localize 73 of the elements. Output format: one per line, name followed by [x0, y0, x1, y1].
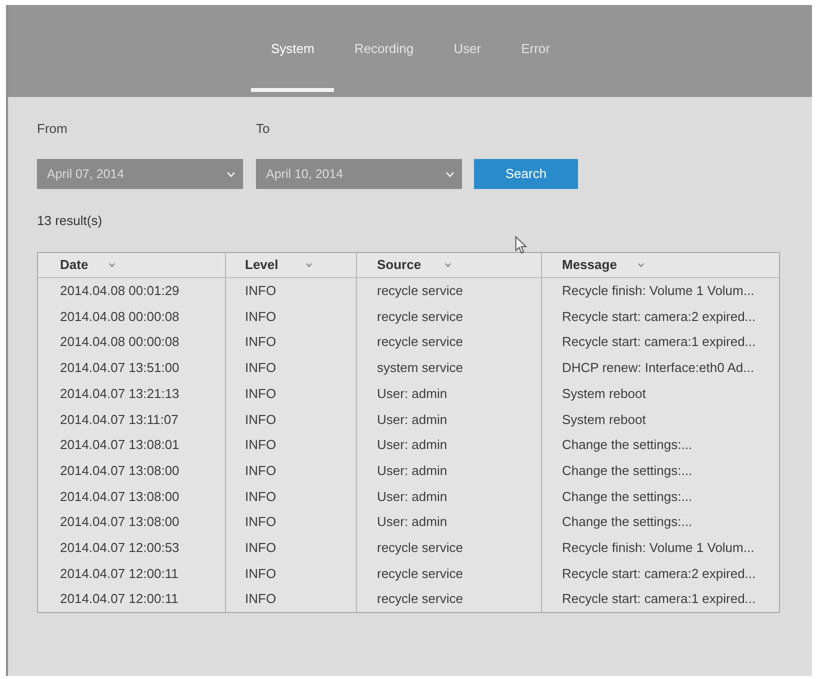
table-cell-text: 2014.04.07 12:00:11 — [60, 590, 178, 608]
field-label: To — [256, 121, 270, 137]
table-cell-text: recycle service — [377, 308, 463, 326]
mouse-pointer-icon — [515, 236, 528, 254]
table-cell-text: Change the settings:... — [562, 462, 692, 480]
chevron-down-icon — [227, 172, 235, 176]
table-cell-text: Change the settings:... — [562, 488, 692, 506]
field-label: From — [37, 121, 68, 137]
table-cell-text: recycle service — [377, 333, 463, 352]
table-cell-text: User: admin — [377, 436, 448, 454]
table-cell-text: User: admin — [377, 488, 448, 506]
date-dropdown[interactable]: April 10, 2014 — [256, 159, 462, 189]
table-cell-text: 2014.04.07 12:00:53 — [60, 538, 180, 557]
sort-caret-icon — [109, 263, 116, 267]
table-cell-text: 2014.04.07 13:11:07 — [60, 410, 178, 429]
table-cell-text: DHCP renew: Interface:eth0 Ad... — [562, 359, 754, 378]
table-cell-text: system service — [377, 359, 463, 378]
table-cell-text: 2014.04.07 13:08:01 — [60, 436, 180, 454]
table-cell-text: Recycle finish: Volume 1 Volum... — [562, 538, 754, 557]
table-cell-text: INFO — [245, 359, 276, 378]
table-cell-text: INFO — [245, 488, 276, 506]
column-header[interactable]: Date — [38, 253, 226, 277]
table-cell-text: INFO — [245, 513, 276, 532]
sort-caret-icon — [445, 263, 452, 267]
table-cell-text: 2014.04.07 12:00:11 — [60, 564, 178, 583]
tab[interactable]: Error — [501, 5, 570, 92]
table-cell-text: recycle service — [377, 282, 463, 300]
sort-caret-icon — [306, 263, 312, 267]
table-cell-text: 2014.04.08 00:00:08 — [60, 333, 180, 352]
table-cell-text: recycle service — [377, 590, 463, 608]
table-cell-text: 2014.04.07 13:08:00 — [60, 513, 180, 532]
date-dropdown[interactable]: April 07, 2014 — [37, 159, 243, 189]
table-cell-text: INFO — [245, 538, 276, 557]
table-cell-text: Recycle finish: Volume 1 Volum... — [562, 282, 754, 300]
table-cell-text: INFO — [245, 333, 276, 352]
table-cell-text: Recycle start: camera:2 expired... — [562, 564, 756, 583]
table-cell-text: INFO — [245, 436, 276, 454]
table-cell-text: 2014.04.07 13:51:00 — [60, 359, 180, 378]
table-cell-text: User: admin — [377, 384, 448, 403]
table-cell-text: INFO — [245, 282, 276, 300]
table-cell-text: INFO — [245, 590, 276, 608]
column-header[interactable]: Message — [542, 253, 780, 277]
table-cell-text: recycle service — [377, 538, 463, 557]
table-cell-text: 2014.04.07 13:08:00 — [60, 488, 180, 506]
table-cell-text: 2014.04.08 00:01:29 — [60, 282, 180, 300]
table-cell-text: User: admin — [377, 513, 448, 532]
table-cell-text: System reboot — [562, 384, 646, 403]
table-cell-text: Recycle start: camera:1 expired... — [562, 590, 756, 608]
sort-caret-icon — [638, 263, 644, 267]
table-cell-text: INFO — [245, 410, 276, 429]
column-header[interactable]: Level — [226, 253, 357, 277]
table-cell-text: 2014.04.08 00:00:08 — [60, 308, 180, 326]
table-cell-text: INFO — [245, 462, 276, 480]
table-cell-text: INFO — [245, 564, 276, 583]
table-cell-text: Change the settings:... — [562, 513, 692, 532]
column-header[interactable]: Source — [357, 253, 542, 277]
table-cell-text: INFO — [245, 308, 276, 326]
table-cell-text: Recycle start: camera:1 expired... — [562, 333, 756, 352]
table-cell-text: System reboot — [562, 410, 646, 429]
table-cell-text: 2014.04.07 13:21:13 — [60, 384, 180, 403]
chevron-down-icon — [446, 172, 454, 176]
search-button[interactable]: Search — [474, 159, 578, 189]
table-cell-text: INFO — [245, 384, 276, 403]
result-count: 13 result(s) — [37, 213, 102, 229]
tab[interactable]: User — [434, 5, 502, 92]
table-cell-text: 2014.04.07 13:08:00 — [60, 462, 180, 480]
table-cell-text: User: admin — [377, 410, 448, 429]
table-cell-text: Recycle start: camera:2 expired... — [562, 308, 756, 326]
table-cell-text: Change the settings:... — [562, 436, 692, 454]
table-cell-text: recycle service — [377, 564, 463, 583]
tab[interactable]: System — [251, 5, 334, 92]
tab[interactable]: Recording — [334, 5, 434, 92]
table-cell-text: User: admin — [377, 462, 448, 480]
